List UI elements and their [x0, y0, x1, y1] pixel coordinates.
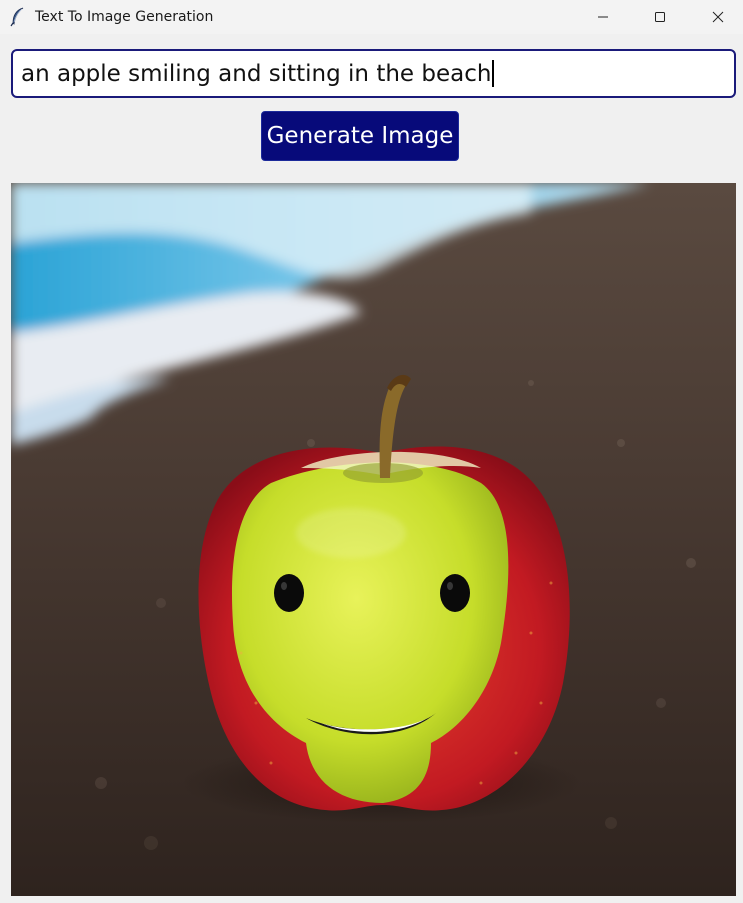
- feather-icon: [10, 7, 26, 27]
- generate-image-button[interactable]: Generate Image: [261, 111, 459, 161]
- close-icon: [712, 8, 724, 27]
- window-title: Text To Image Generation: [35, 9, 214, 25]
- minimize-icon: [597, 8, 609, 27]
- apple-on-beach-illustration: [11, 183, 736, 896]
- maximize-icon: [654, 8, 666, 27]
- maximize-button[interactable]: [631, 0, 689, 34]
- minimize-button[interactable]: [574, 0, 632, 34]
- generated-image: [11, 183, 736, 896]
- app-window: Text To Image Generation an apple smilin…: [0, 0, 743, 903]
- prompt-input-value: an apple smiling and sitting in the beac…: [21, 60, 492, 87]
- title-bar: Text To Image Generation: [0, 0, 743, 34]
- prompt-input[interactable]: an apple smiling and sitting in the beac…: [11, 49, 736, 98]
- close-button[interactable]: [689, 0, 743, 34]
- text-caret: [492, 60, 495, 87]
